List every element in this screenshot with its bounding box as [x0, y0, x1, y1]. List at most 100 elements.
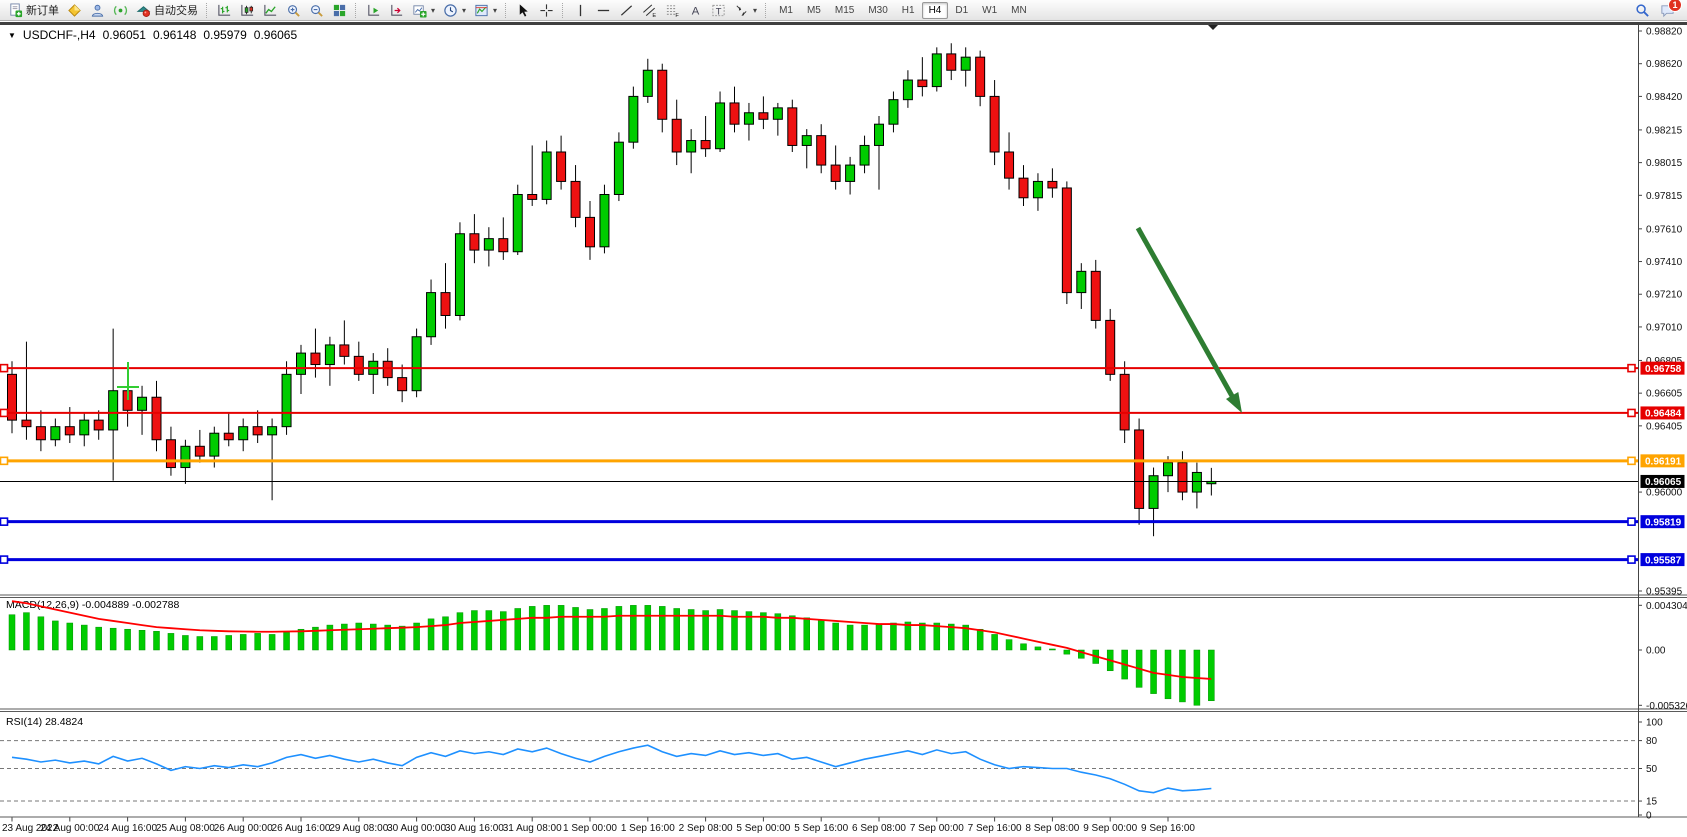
- macd-histogram-bar: [1151, 650, 1157, 694]
- messages-button[interactable]: 1: [1660, 3, 1675, 18]
- hline-0.96484[interactable]: 0.96484: [0, 406, 1685, 419]
- chart-shift-button[interactable]: [385, 0, 408, 20]
- macd-histogram-bar: [269, 634, 275, 650]
- rsi-panel: [12, 745, 1211, 792]
- macd-panel: [9, 601, 1214, 705]
- cursor-tool-button[interactable]: [512, 0, 535, 20]
- candle-body: [195, 446, 204, 456]
- line-chart-button[interactable]: [259, 0, 282, 20]
- time-axis-label: 7 Sep 16:00: [968, 823, 1022, 834]
- hline-anchor[interactable]: [1, 457, 8, 464]
- hline-anchor[interactable]: [1628, 556, 1635, 563]
- macd-histogram-bar: [414, 623, 420, 650]
- candle-body: [412, 337, 421, 391]
- hline-anchor[interactable]: [1, 518, 8, 525]
- time-axis-label: 9 Sep 00:00: [1083, 823, 1137, 834]
- candle-body: [1019, 178, 1028, 198]
- macd-histogram-bar: [630, 605, 636, 650]
- signals-button[interactable]: [109, 0, 132, 20]
- macd-histogram-bar: [52, 621, 58, 650]
- time-axis-label: 23 Aug 2022: [2, 823, 59, 834]
- diamond-button[interactable]: [63, 0, 86, 20]
- macd-histogram-bar: [1006, 640, 1012, 650]
- candle-body: [282, 374, 291, 426]
- hline-0.96191[interactable]: 0.96191: [0, 454, 1685, 467]
- cross-marker-annotation[interactable]: [117, 362, 139, 400]
- trendline-tool[interactable]: [615, 0, 638, 20]
- text-tool[interactable]: A: [684, 0, 707, 20]
- time-axis-label: 8 Sep 08:00: [1025, 823, 1079, 834]
- macd-histogram-bar: [1179, 650, 1185, 702]
- tab-timeframe-m1[interactable]: M1: [772, 2, 800, 19]
- current-price-line: 0.96065: [0, 475, 1685, 488]
- hline-0.95819[interactable]: 0.95819: [0, 515, 1685, 528]
- macd-histogram-bar: [298, 629, 304, 650]
- candle-body: [123, 391, 132, 411]
- fibonacci-tool[interactable]: F: [661, 0, 684, 20]
- rsi-line: [12, 745, 1211, 792]
- tab-timeframe-m30[interactable]: M30: [861, 2, 894, 19]
- macd-histogram-bar: [587, 610, 593, 650]
- tab-timeframe-w1[interactable]: W1: [975, 2, 1004, 19]
- macd-histogram-bar: [948, 624, 954, 650]
- hline-anchor[interactable]: [1, 409, 8, 416]
- hline-0.96758[interactable]: 0.96758: [0, 362, 1685, 375]
- chart-canvas[interactable]: 0.988200.986200.984200.982150.980150.978…: [0, 0, 1687, 837]
- hline-anchor[interactable]: [1628, 457, 1635, 464]
- line-chart-icon: [263, 3, 278, 18]
- macd-histogram-bar: [529, 606, 535, 650]
- candle-body: [542, 152, 551, 199]
- price-tick-label: 0.97410: [1646, 257, 1683, 268]
- candle-body: [166, 440, 175, 468]
- hline-0.95587[interactable]: 0.95587: [0, 553, 1685, 566]
- current-price-label-text: 0.96065: [1645, 477, 1682, 488]
- client-button[interactable]: [86, 0, 109, 20]
- tab-timeframe-m5[interactable]: M5: [800, 2, 828, 19]
- bar-chart-button[interactable]: [213, 0, 236, 20]
- auto-scroll-button[interactable]: [362, 0, 385, 20]
- tab-timeframe-h1[interactable]: H1: [895, 2, 922, 19]
- macd-histogram-bar: [804, 618, 810, 650]
- arrows-dropdown[interactable]: ▾: [730, 0, 761, 20]
- hline-anchor[interactable]: [1, 556, 8, 563]
- hline-price-label: [1641, 362, 1685, 375]
- new-order-button[interactable]: 新订单: [4, 0, 63, 20]
- vertical-line-tool[interactable]: [569, 0, 592, 20]
- candle-body: [629, 96, 638, 142]
- macd-histogram-bar: [312, 627, 318, 650]
- periods-dropdown[interactable]: ▾: [439, 0, 470, 20]
- text-label-tool[interactable]: T: [707, 0, 730, 20]
- tab-timeframe-mn[interactable]: MN: [1004, 2, 1034, 19]
- tab-timeframe-h4[interactable]: H4: [922, 2, 949, 19]
- macd-histogram-bar: [688, 610, 694, 650]
- zoom-in-button[interactable]: [282, 0, 305, 20]
- hline-anchor[interactable]: [1628, 409, 1635, 416]
- zoom-out-button[interactable]: [305, 0, 328, 20]
- horizontal-line-tool[interactable]: [592, 0, 615, 20]
- macd-histogram-bar: [67, 623, 73, 650]
- crosshair-tool-button[interactable]: [535, 0, 558, 20]
- macd-histogram-bar: [760, 613, 766, 650]
- search-icon[interactable]: [1635, 3, 1650, 18]
- candle-body: [687, 141, 696, 152]
- candle-body: [571, 181, 580, 217]
- hline-anchor[interactable]: [1628, 518, 1635, 525]
- collapse-triangle-icon[interactable]: ▼: [8, 31, 16, 40]
- new-chart-dropdown[interactable]: ▾: [408, 0, 439, 20]
- equidistant-channel-tool[interactable]: E: [638, 0, 661, 20]
- tab-timeframe-m15[interactable]: M15: [828, 2, 861, 19]
- trend-arrow-annotation[interactable]: [1138, 228, 1242, 413]
- hline-anchor[interactable]: [1628, 365, 1635, 372]
- templates-dropdown[interactable]: ▾: [470, 0, 501, 20]
- tile-windows-button[interactable]: [328, 0, 351, 20]
- candlestick-chart-button[interactable]: [236, 0, 259, 20]
- rsi-tick-label: 80: [1646, 736, 1658, 747]
- hline-anchor[interactable]: [1, 365, 8, 372]
- tab-timeframe-d1[interactable]: D1: [948, 2, 975, 19]
- autotrading-button[interactable]: 自动交易: [132, 0, 202, 20]
- macd-histogram-bar: [1035, 647, 1041, 650]
- macd-histogram-bar: [182, 635, 188, 650]
- time-axis-label: 29 Aug 08:00: [329, 823, 388, 834]
- macd-histogram-bar: [616, 606, 622, 650]
- panel-frame: [0, 23, 1687, 817]
